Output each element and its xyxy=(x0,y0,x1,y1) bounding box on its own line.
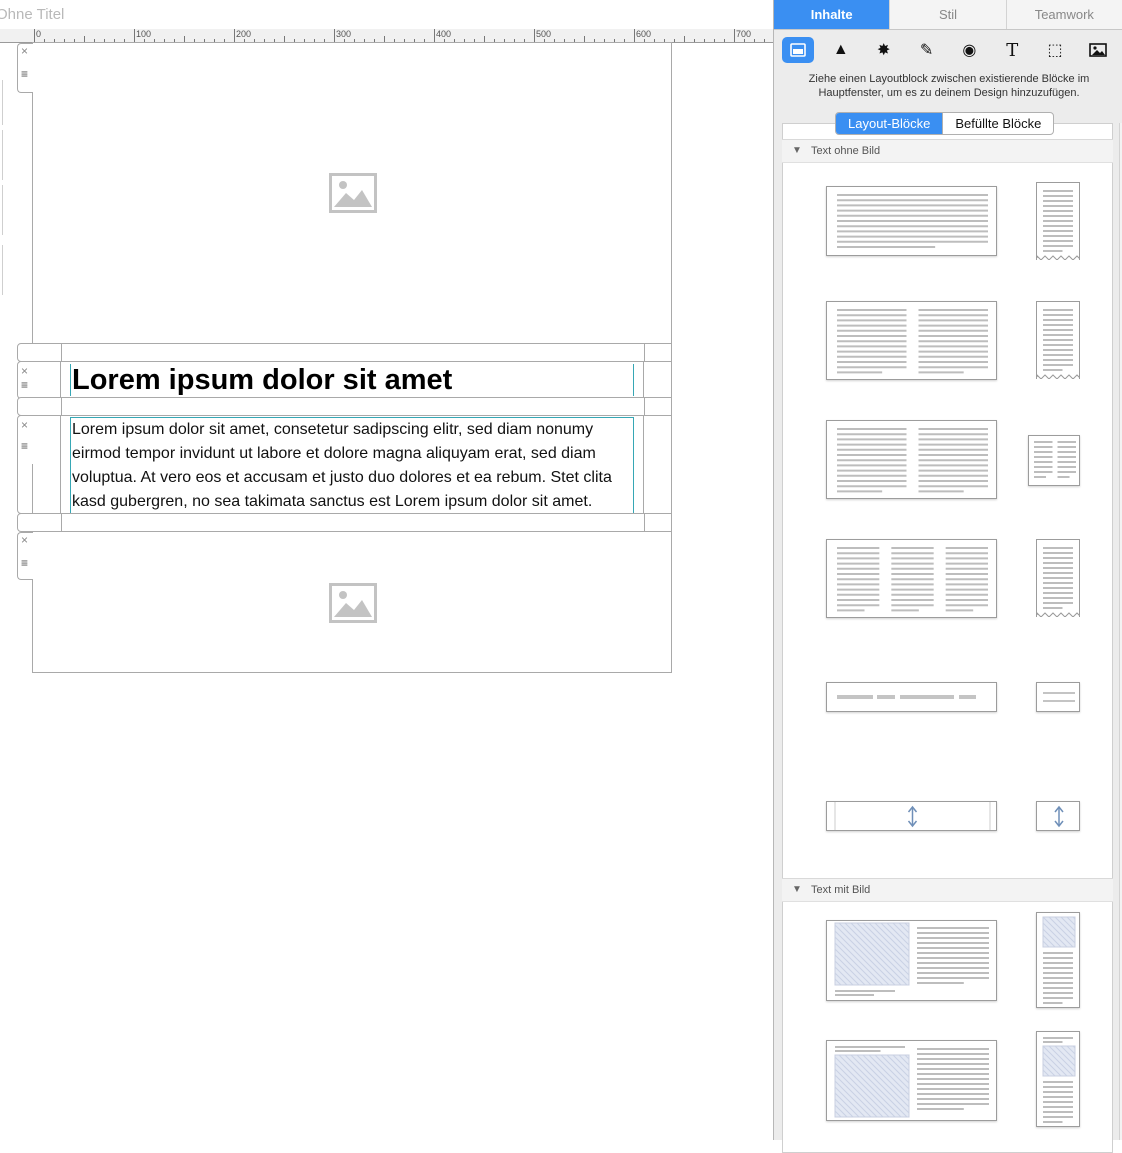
layout-thumb-text-image-narrow[interactable] xyxy=(1036,1031,1080,1127)
section-text-mit-bild[interactable]: ▼ Text mit Bild xyxy=(782,878,1113,902)
thumb-lines xyxy=(834,1046,989,1118)
block-handle[interactable]: × ≡ xyxy=(18,416,34,464)
thumb-lines xyxy=(1043,692,1075,702)
image-block[interactable] xyxy=(32,531,672,673)
thumb-lines xyxy=(837,428,988,493)
thumb-lines xyxy=(837,309,988,374)
thumb-lines xyxy=(837,194,988,248)
image-icon[interactable] xyxy=(1082,37,1114,63)
section-text-ohne-bild[interactable]: ▼ Text ohne Bild xyxy=(782,139,1113,163)
content-toolbar: ▲ ✸ ✎ ◉ T ⬚ xyxy=(782,37,1114,63)
thumb-lines xyxy=(837,695,976,699)
thumb-lines xyxy=(1037,190,1079,260)
layout-thumb-two-columns[interactable] xyxy=(826,301,997,380)
drag-menu-icon[interactable]: ≡ xyxy=(21,379,28,391)
collapse-triangle-icon[interactable]: ▼ xyxy=(792,884,802,895)
heading-text[interactable]: Lorem ipsum dolor sit amet xyxy=(72,364,452,397)
layout-thumb-one-column[interactable] xyxy=(826,186,997,256)
layout-thumb-two-columns-alt-narrow[interactable] xyxy=(1028,435,1080,486)
block-spacer[interactable] xyxy=(17,397,672,416)
sidebar-hint: Ziehe einen Layoutblock zwischen existie… xyxy=(808,73,1090,99)
block-type-switch: Layout-Blöcke Befüllte Blöcke xyxy=(835,112,1055,135)
layout-thumb-three-columns-narrow[interactable] xyxy=(1036,539,1080,617)
ruler-label: 500 xyxy=(536,29,552,39)
ruler-label: 700 xyxy=(736,29,752,39)
column-guide xyxy=(60,415,61,514)
section-title: Text mit Bild xyxy=(811,884,871,896)
layout-thumb-spacer[interactable] xyxy=(826,801,997,831)
paragraph-text[interactable]: Lorem ipsum dolor sit amet, consetetur s… xyxy=(72,418,632,514)
remove-block-icon[interactable]: × xyxy=(21,419,28,431)
brush-icon[interactable]: ✎ xyxy=(911,37,943,63)
spacer-arrow-icon xyxy=(834,802,991,830)
margin-marker xyxy=(0,245,3,295)
selection-icon[interactable]: ⬚ xyxy=(1039,37,1071,63)
remove-block-icon[interactable]: × xyxy=(21,45,28,57)
layout-thumb-image-top-narrow[interactable] xyxy=(1036,912,1080,1008)
collapse-triangle-icon[interactable]: ▼ xyxy=(792,145,802,156)
thumb-lines xyxy=(1037,547,1079,617)
margin-marker xyxy=(0,80,3,125)
block-handle[interactable]: × ≡ xyxy=(18,362,34,398)
ruler-label: 600 xyxy=(636,29,652,39)
horizontal-ruler: 0 100 200 300 400 500 600 700 xyxy=(0,29,773,43)
ruler-label: 300 xyxy=(336,29,352,39)
remove-block-icon[interactable]: × xyxy=(21,534,28,546)
ruler-label: 400 xyxy=(436,29,452,39)
tab-inhalte[interactable]: Inhalte xyxy=(774,0,891,29)
drag-menu-icon[interactable]: ≡ xyxy=(21,68,28,80)
thumb-lines xyxy=(1042,1037,1076,1123)
image-block[interactable] xyxy=(32,42,672,344)
thumb-lines xyxy=(837,547,988,612)
layout-thumb-two-columns-alt[interactable] xyxy=(826,420,997,499)
layout-thumb-single-line[interactable] xyxy=(826,682,997,712)
layout-thumb-spacer-narrow[interactable] xyxy=(1036,801,1080,831)
thumb-lines xyxy=(1042,916,1076,1004)
badge-icon[interactable]: ✸ xyxy=(868,37,900,63)
remove-block-icon[interactable]: × xyxy=(21,365,28,377)
layout-blocks-icon[interactable] xyxy=(782,37,814,63)
shape-icon[interactable]: ▲ xyxy=(825,37,857,63)
column-guide xyxy=(32,464,33,514)
sidebar-tabs: Inhalte Stil Teamwork xyxy=(774,0,1122,30)
block-spacer[interactable] xyxy=(17,343,672,362)
thumb-lines xyxy=(1034,441,1076,478)
ruler-ticks xyxy=(34,29,765,42)
margin-marker xyxy=(0,185,3,235)
column-guide xyxy=(643,415,644,514)
text-icon[interactable]: T xyxy=(996,37,1028,63)
layout-thumb-text-image-text[interactable] xyxy=(826,1040,997,1121)
tab-teamwork[interactable]: Teamwork xyxy=(1006,0,1122,29)
ruler-label: 100 xyxy=(136,29,152,39)
segment-filled-blocks[interactable]: Befüllte Blöcke xyxy=(942,113,1053,134)
document-title: Ohne Titel xyxy=(0,6,65,23)
block-handle[interactable]: × ≡ xyxy=(17,532,33,580)
section-title: Text ohne Bild xyxy=(811,145,881,157)
editor-canvas[interactable]: Ohne Titel 0 100 200 300 400 500 600 700… xyxy=(0,0,773,1140)
ruler-label: 0 xyxy=(36,29,42,39)
drag-menu-icon[interactable]: ≡ xyxy=(21,440,28,452)
ruler-label: 200 xyxy=(236,29,252,39)
image-placeholder-icon xyxy=(329,173,377,213)
thumb-lines xyxy=(1037,309,1079,379)
video-icon[interactable]: ◉ xyxy=(953,37,985,63)
layout-thumb-image-left-text[interactable] xyxy=(826,920,997,1001)
spacer-arrow-icon xyxy=(1054,805,1064,828)
image-placeholder-icon xyxy=(329,583,377,623)
layout-thumb-one-column-narrow[interactable] xyxy=(1036,182,1080,260)
layout-thumb-single-line-narrow[interactable] xyxy=(1036,682,1080,712)
block-handle[interactable]: × ≡ xyxy=(17,43,33,93)
block-spacer[interactable] xyxy=(17,513,672,532)
drag-menu-icon[interactable]: ≡ xyxy=(21,557,28,569)
tab-stil[interactable]: Stil xyxy=(890,0,1007,29)
margin-marker xyxy=(0,130,3,180)
thumb-lines xyxy=(834,922,989,996)
layout-thumb-three-columns[interactable] xyxy=(826,539,997,618)
segment-layout-blocks[interactable]: Layout-Blöcke xyxy=(836,113,943,134)
layout-thumb-two-columns-narrow[interactable] xyxy=(1036,301,1080,379)
column-guide xyxy=(60,361,61,399)
column-guide xyxy=(643,361,644,399)
